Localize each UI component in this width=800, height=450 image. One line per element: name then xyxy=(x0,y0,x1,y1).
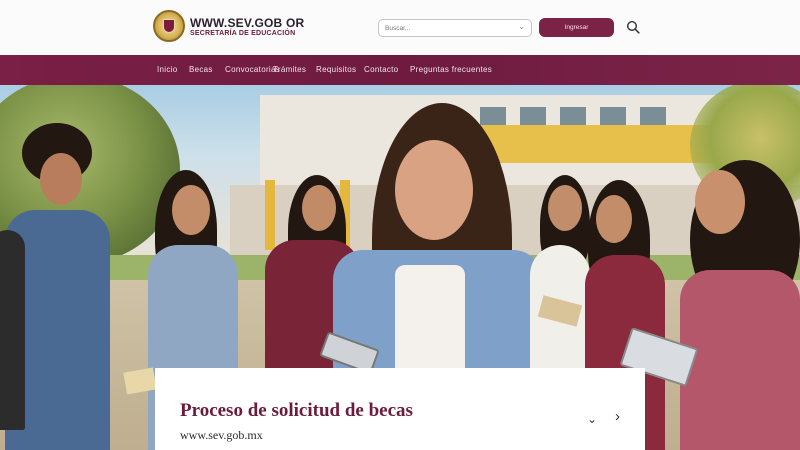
hero-card[interactable]: Proceso de solicitud de becas www.sev.go… xyxy=(155,368,645,450)
search-input[interactable] xyxy=(385,22,510,35)
nav-item-tramites[interactable]: Trámites xyxy=(273,65,306,74)
building-window xyxy=(520,107,546,125)
nav-item-faq[interactable]: Preguntas frecuentes xyxy=(410,65,492,74)
site-header: WWW.SEV.GOB OR SECRETARÍA DE EDUCACIÓN ⌄… xyxy=(0,0,800,55)
main-nav: Inicio Becas Convocatorias Trámites Requ… xyxy=(0,55,800,85)
search-icon[interactable] xyxy=(626,20,640,34)
nav-item-contacto[interactable]: Contacto xyxy=(364,65,398,74)
nav-item-inicio[interactable]: Inicio xyxy=(157,65,177,74)
building-column xyxy=(265,180,275,250)
building-window xyxy=(480,107,506,125)
nav-item-requisitos[interactable]: Requisitos xyxy=(316,65,356,74)
building-window xyxy=(600,107,626,125)
site-title[interactable]: WWW.SEV.GOB OR xyxy=(190,16,304,30)
search-field[interactable]: ⌄ xyxy=(378,19,532,37)
nav-item-becas[interactable]: Becas xyxy=(189,65,213,74)
building-window xyxy=(560,107,586,125)
card-title[interactable]: Proceso de solicitud de becas xyxy=(180,400,413,422)
site-subtitle: SECRETARÍA DE EDUCACIÓN xyxy=(190,30,296,37)
chevron-down-icon: ⌄ xyxy=(518,22,525,31)
nav-item-convocatorias[interactable]: Convocatorias xyxy=(225,65,280,74)
login-button[interactable]: Ingresar xyxy=(539,18,614,37)
chevron-down-icon[interactable]: ⌄ xyxy=(587,412,597,426)
seal-logo-icon[interactable] xyxy=(153,10,185,42)
building-window xyxy=(640,107,666,125)
chevron-right-icon[interactable]: › xyxy=(615,408,620,425)
card-url[interactable]: www.sev.gob.mx xyxy=(180,428,263,443)
